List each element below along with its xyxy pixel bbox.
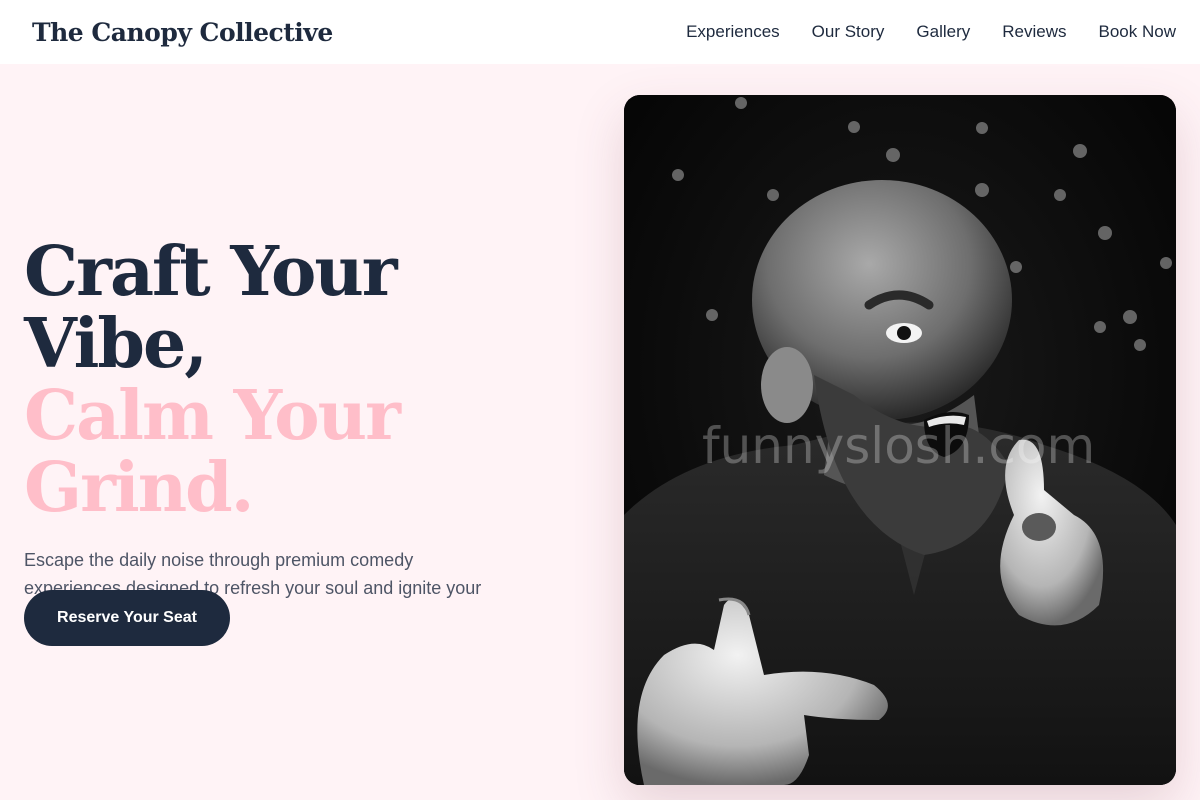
top-nav: The Canopy Collective Experiences Our St… xyxy=(0,0,1200,64)
hero-text: Craft Your Vibe, Calm Your Grind. Escape… xyxy=(24,236,584,630)
hero-photo: funnyslosh.com xyxy=(624,95,1176,785)
nav-links: Experiences Our Story Gallery Reviews Bo… xyxy=(686,22,1176,42)
photo-watermark: funnyslosh.com xyxy=(702,417,1096,475)
nav-link-our-story[interactable]: Our Story xyxy=(812,22,885,42)
brand-logo[interactable]: The Canopy Collective xyxy=(32,18,333,47)
reserve-seat-button[interactable]: Reserve Your Seat xyxy=(24,590,230,646)
nav-link-gallery[interactable]: Gallery xyxy=(916,22,970,42)
nav-link-reviews[interactable]: Reviews xyxy=(1002,22,1066,42)
headline-line-2: Calm Your Grind. xyxy=(24,376,401,528)
nav-link-book-now[interactable]: Book Now xyxy=(1099,22,1176,42)
nav-link-experiences[interactable]: Experiences xyxy=(686,22,780,42)
hero-headline: Craft Your Vibe, Calm Your Grind. xyxy=(24,236,584,524)
headline-line-1: Craft Your Vibe, xyxy=(24,232,398,384)
